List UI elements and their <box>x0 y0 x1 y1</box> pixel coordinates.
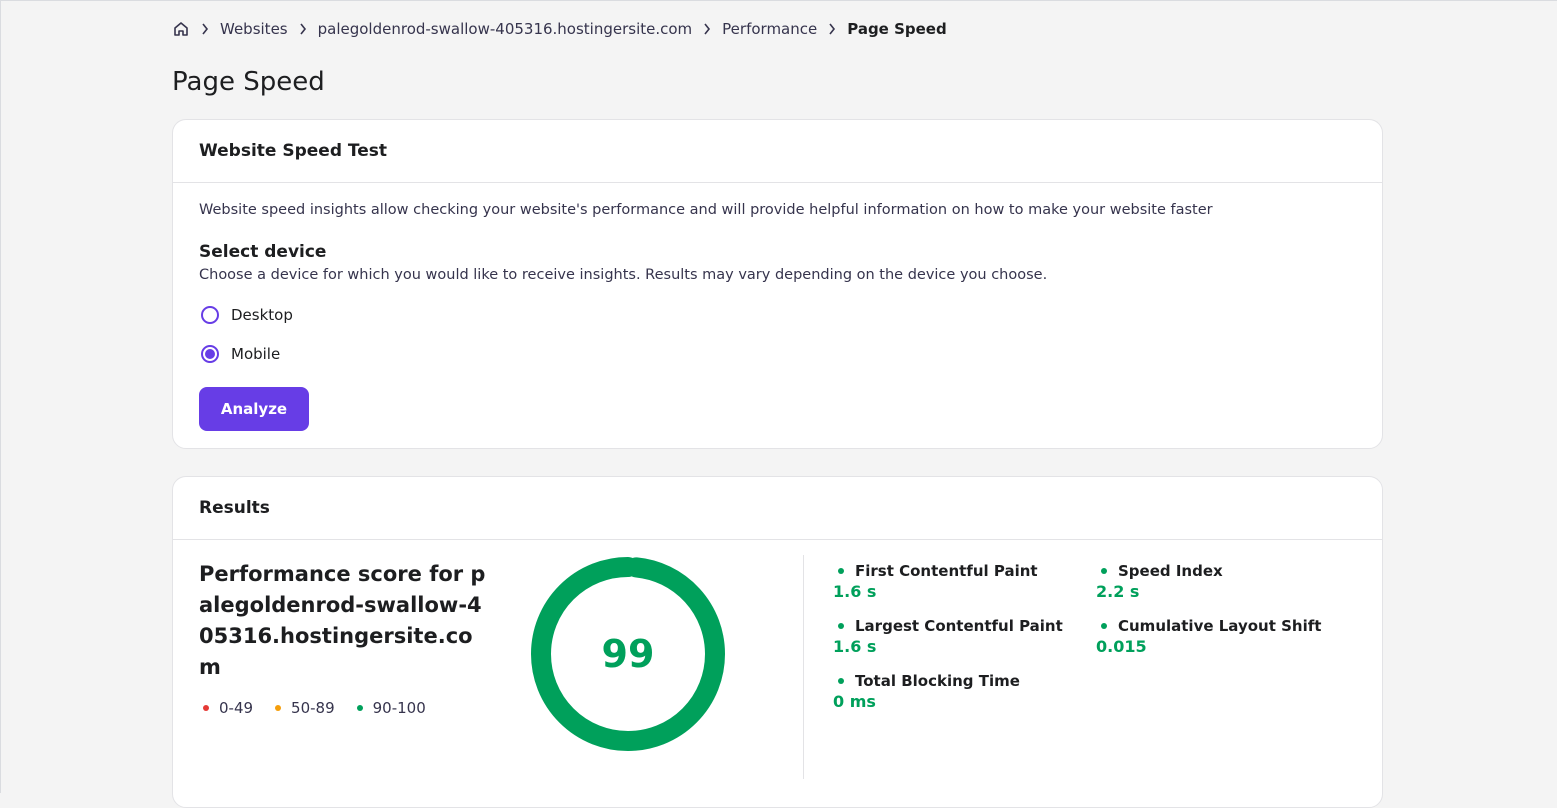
divider <box>803 555 804 779</box>
radio-circle[interactable] <box>201 306 219 324</box>
metric-name: Cumulative Layout Shift <box>1118 617 1322 635</box>
performance-score-title: Performance score for palegoldenrod-swal… <box>199 562 486 679</box>
metric-total-blocking-time: Total Blocking Time 0 ms <box>833 672 1020 711</box>
speed-test-description: Website speed insights allow checking yo… <box>199 202 1213 218</box>
analyze-button[interactable]: Analyze <box>199 387 309 431</box>
breadcrumb-current: Page Speed <box>847 20 947 38</box>
legend-label: 0-49 <box>219 699 254 717</box>
speed-test-card: Website Speed Test Website speed insight… <box>172 119 1383 449</box>
radio-desktop[interactable]: Desktop <box>201 306 293 324</box>
results-card: Results Performance score for palegolden… <box>172 476 1383 808</box>
legend-item-average: 50-89 <box>275 699 335 717</box>
radio-mobile-label: Mobile <box>231 345 281 363</box>
breadcrumb-performance[interactable]: Performance <box>722 20 817 38</box>
radio-mobile[interactable]: Mobile <box>201 345 280 363</box>
select-device-subtitle: Choose a device for which you would like… <box>199 267 1048 283</box>
metric-value: 1.6 s <box>833 582 877 601</box>
chevron-right-icon <box>817 23 847 35</box>
metric-value: 0 ms <box>833 692 876 711</box>
select-device-title: Select device <box>199 242 327 262</box>
legend-dot-green <box>356 705 363 711</box>
page-title: Page Speed <box>172 67 325 97</box>
metric-first-contentful-paint: First Contentful Paint 1.6 s <box>833 562 1038 601</box>
metric-speed-index: Speed Index 2.2 s <box>1096 562 1223 601</box>
metric-value: 1.6 s <box>833 637 877 656</box>
score-value: 99 <box>601 632 655 676</box>
radio-dot <box>205 349 215 359</box>
metric-name: Speed Index <box>1118 562 1223 580</box>
metric-value: 0.015 <box>1096 637 1147 656</box>
breadcrumb-domain[interactable]: palegoldenrod-swallow-405316.hostingersi… <box>318 20 693 38</box>
metric-largest-contentful-paint: Largest Contentful Paint 1.6 s <box>833 617 1063 656</box>
chevron-right-icon <box>692 23 722 35</box>
radio-desktop-label: Desktop <box>231 306 293 324</box>
metric-status-dot <box>838 678 844 684</box>
legend-item-poor: 0-49 <box>203 699 253 717</box>
metric-value: 2.2 s <box>1096 582 1140 601</box>
metric-status-dot <box>838 568 844 574</box>
metric-name: Total Blocking Time <box>855 672 1020 690</box>
metric-name: First Contentful Paint <box>855 562 1038 580</box>
legend-dot-red <box>203 705 209 711</box>
metric-status-dot <box>1101 623 1107 629</box>
legend-item-good: 90-100 <box>356 699 426 717</box>
chevron-right-icon <box>190 23 220 35</box>
radio-circle-selected[interactable] <box>201 345 219 363</box>
breadcrumb-websites[interactable]: Websites <box>220 20 288 38</box>
legend-dot-orange <box>275 705 282 711</box>
metric-status-dot <box>1101 568 1107 574</box>
results-title: Results <box>173 477 1382 540</box>
legend-label: 50-89 <box>291 699 335 717</box>
breadcrumb: Websites palegoldenrod-swallow-405316.ho… <box>172 17 947 41</box>
metric-cumulative-layout-shift: Cumulative Layout Shift 0.015 <box>1096 617 1321 656</box>
chevron-right-icon <box>288 23 318 35</box>
home-icon[interactable] <box>172 20 190 38</box>
score-legend: 0-49 50-89 90-100 <box>203 699 448 717</box>
speed-test-title: Website Speed Test <box>173 120 1382 183</box>
legend-label: 90-100 <box>372 699 426 717</box>
metric-status-dot <box>838 623 844 629</box>
metric-name: Largest Contentful Paint <box>855 617 1063 635</box>
